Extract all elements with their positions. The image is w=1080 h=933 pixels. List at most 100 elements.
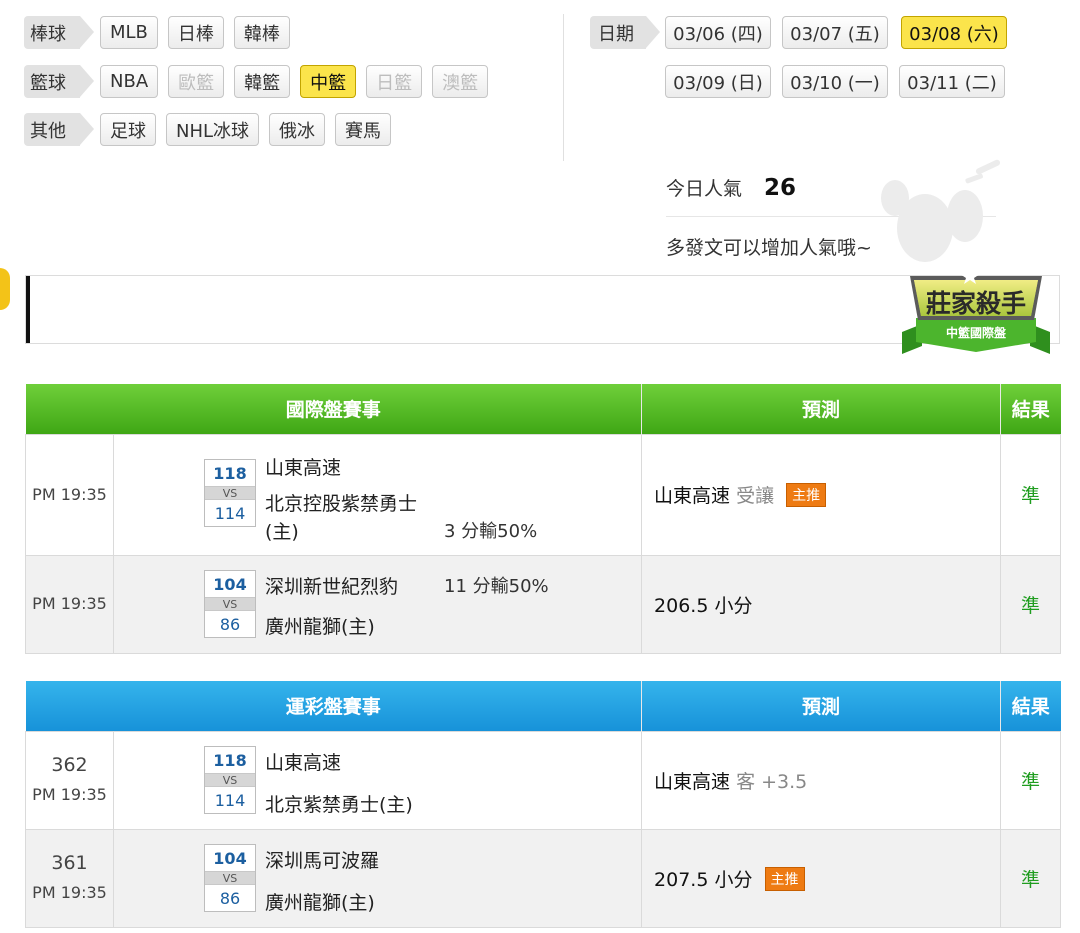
table-row: PM 19:35 104 VS 86 深圳新世紀烈豹 11 分輸50% 廣州龍獅… xyxy=(25,554,1062,654)
date-chip-0307[interactable]: 03/07 (五) xyxy=(782,16,888,49)
team-home[interactable]: 北京紫禁勇士(主) xyxy=(265,790,413,817)
decorative-figure-icon xyxy=(881,159,1001,262)
game-time: PM 19:35 xyxy=(25,554,114,654)
league-chip-kbo[interactable]: 韓棒 xyxy=(233,16,290,49)
league-chip-euroleague: 歐籃 xyxy=(168,65,225,98)
lottery-header-result: 結果 xyxy=(1000,681,1061,731)
league-chip-cba[interactable]: 中籃 xyxy=(300,65,357,98)
score-box: 118 VS 114 xyxy=(204,459,256,527)
score-home: 114 xyxy=(214,790,246,810)
lottery-games-table: 運彩盤賽事 預測 結果 362 PM 19:35 118 VS 114 山東高速… xyxy=(25,681,1062,928)
category-label-baseball: 棒球 xyxy=(24,16,94,49)
notice-marker xyxy=(26,276,30,343)
league-chip-khl[interactable]: 俄冰 xyxy=(269,113,326,146)
league-chip-kbl[interactable]: 韓籃 xyxy=(234,65,291,98)
score-away: 118 xyxy=(213,463,247,483)
prediction-type: 客 +3.5 xyxy=(736,770,808,793)
table-row: 361 PM 19:35 104 VS 86 深圳馬可波羅 廣州龍獅(主) 20… xyxy=(25,828,1062,928)
side-tab[interactable] xyxy=(0,268,10,310)
prediction-cell: 山東高速 客 +3.5 xyxy=(641,730,1002,830)
date-chip-0310[interactable]: 03/10 (一) xyxy=(782,65,888,98)
score-box: 104 VS 86 xyxy=(204,570,256,638)
prediction-cell: 山東高速 受讓 主推 xyxy=(641,433,1002,556)
league-chip-horse-racing[interactable]: 賽馬 xyxy=(335,113,392,146)
league-chip-nba[interactable]: NBA xyxy=(100,65,159,98)
result-mark: 準 xyxy=(1000,730,1062,830)
category-label-basketball: 籃球 xyxy=(24,65,94,98)
date-label: 日期 xyxy=(590,16,660,49)
game-time: PM 19:35 xyxy=(32,883,107,902)
matchup-cell: 118 VS 114 山東高速 北京控股紫禁勇士 (主) 3 分輸50% xyxy=(112,433,643,556)
prediction-team: 山東高速 xyxy=(654,770,731,793)
score-home: 86 xyxy=(219,888,241,908)
vs-label: VS xyxy=(205,871,255,885)
league-chip-mlb[interactable]: MLB xyxy=(100,16,158,49)
game-time: PM 19:35 xyxy=(32,785,107,804)
table-row: 362 PM 19:35 118 VS 114 山東高速 北京紫禁勇士(主) 山… xyxy=(25,730,1062,830)
main-pick-tag: 主推 xyxy=(764,866,805,891)
intl-header-result: 結果 xyxy=(1000,384,1061,434)
badge-title: 莊家殺手 xyxy=(925,289,1026,318)
game-time-cell: 362 PM 19:35 xyxy=(25,730,114,830)
team-away[interactable]: 深圳新世紀烈豹 xyxy=(265,572,398,599)
table-row: PM 19:35 118 VS 114 山東高速 北京控股紫禁勇士 (主) 3 … xyxy=(25,433,1062,556)
popularity-hint: 多發文可以增加人氣哦~ xyxy=(666,237,872,259)
result-mark: 準 xyxy=(1000,828,1062,928)
matchup-cell: 104 VS 86 深圳馬可波羅 廣州龍獅(主) xyxy=(112,828,643,928)
vs-label: VS xyxy=(205,486,255,500)
score-away: 104 xyxy=(213,848,247,868)
vs-label: VS xyxy=(205,773,255,787)
game-number: 362 xyxy=(51,754,88,776)
date-chip-0308[interactable]: 03/08 (六) xyxy=(901,16,1007,49)
date-chip-0309[interactable]: 03/09 (日) xyxy=(665,65,771,98)
team-home[interactable]: 北京控股紫禁勇士 xyxy=(265,489,417,516)
intl-header-prediction: 預測 xyxy=(641,384,1002,434)
category-row-other: 其他 足球 NHL冰球 俄冰 賽馬 xyxy=(24,113,392,146)
team-home[interactable]: 廣州龍獅(主) xyxy=(265,888,375,915)
score-home: 114 xyxy=(214,503,246,523)
league-chip-nhl[interactable]: NHL冰球 xyxy=(166,113,260,146)
result-mark: 準 xyxy=(1000,554,1062,654)
prediction-total: 207.5 小分 xyxy=(654,868,753,891)
game-time-cell: 361 PM 19:35 xyxy=(25,828,114,928)
team-home[interactable]: 廣州龍獅(主) xyxy=(265,612,375,639)
handicap-result: 3 分輸50% xyxy=(444,521,538,542)
popularity-label: 今日人氣 xyxy=(666,178,743,200)
team-away[interactable]: 山東高速 xyxy=(265,453,341,480)
score-box: 118 VS 114 xyxy=(204,746,256,814)
lottery-header-event: 運彩盤賽事 xyxy=(25,681,643,731)
intl-games-table: 國際盤賽事 預測 結果 PM 19:35 118 VS 114 山東高速 北京控… xyxy=(25,384,1062,654)
league-chip-nbl: 澳籃 xyxy=(432,65,489,98)
score-box: 104 VS 86 xyxy=(204,844,256,912)
handicap-result: 11 分輸50% xyxy=(444,576,549,597)
matchup-cell: 104 VS 86 深圳新世紀烈豹 11 分輸50% 廣州龍獅(主) xyxy=(112,554,643,654)
prediction-total: 206.5 小分 xyxy=(654,594,753,617)
team-away[interactable]: 深圳馬可波羅 xyxy=(265,846,379,873)
score-away: 104 xyxy=(213,574,247,594)
score-away: 118 xyxy=(213,750,247,770)
main-pick-tag: 主推 xyxy=(786,483,827,507)
date-chip-0311[interactable]: 03/11 (二) xyxy=(899,65,1005,98)
league-chip-npb[interactable]: 日棒 xyxy=(167,16,224,49)
prediction-type: 受讓 xyxy=(736,485,775,507)
game-number: 361 xyxy=(51,852,88,874)
category-label-other: 其他 xyxy=(24,113,94,146)
prediction-cell: 206.5 小分 xyxy=(641,554,1002,654)
bookmaker-killer-badge: 莊家殺手 中籃國際盤 xyxy=(898,262,1054,366)
prediction-team: 山東高速 xyxy=(654,485,731,507)
category-row-basketball: 籃球 NBA 歐籃 韓籃 中籃 日籃 澳籃 xyxy=(24,65,489,98)
league-chip-soccer[interactable]: 足球 xyxy=(100,113,156,146)
team-away[interactable]: 山東高速 xyxy=(265,748,341,775)
game-time: PM 19:35 xyxy=(25,433,114,556)
date-chip-0306[interactable]: 03/06 (四) xyxy=(665,16,771,49)
badge-subtitle: 中籃國際盤 xyxy=(945,326,1006,340)
intl-header-event: 國際盤賽事 xyxy=(25,384,643,434)
prediction-cell: 207.5 小分 主推 xyxy=(641,828,1002,928)
team-home-marker: (主) xyxy=(265,521,299,543)
result-mark: 準 xyxy=(1000,433,1062,556)
header-divider xyxy=(563,14,564,161)
score-home: 86 xyxy=(219,614,241,634)
popularity: 今日人氣 26 xyxy=(666,174,796,201)
vs-label: VS xyxy=(205,597,255,611)
popularity-count: 26 xyxy=(764,175,797,201)
